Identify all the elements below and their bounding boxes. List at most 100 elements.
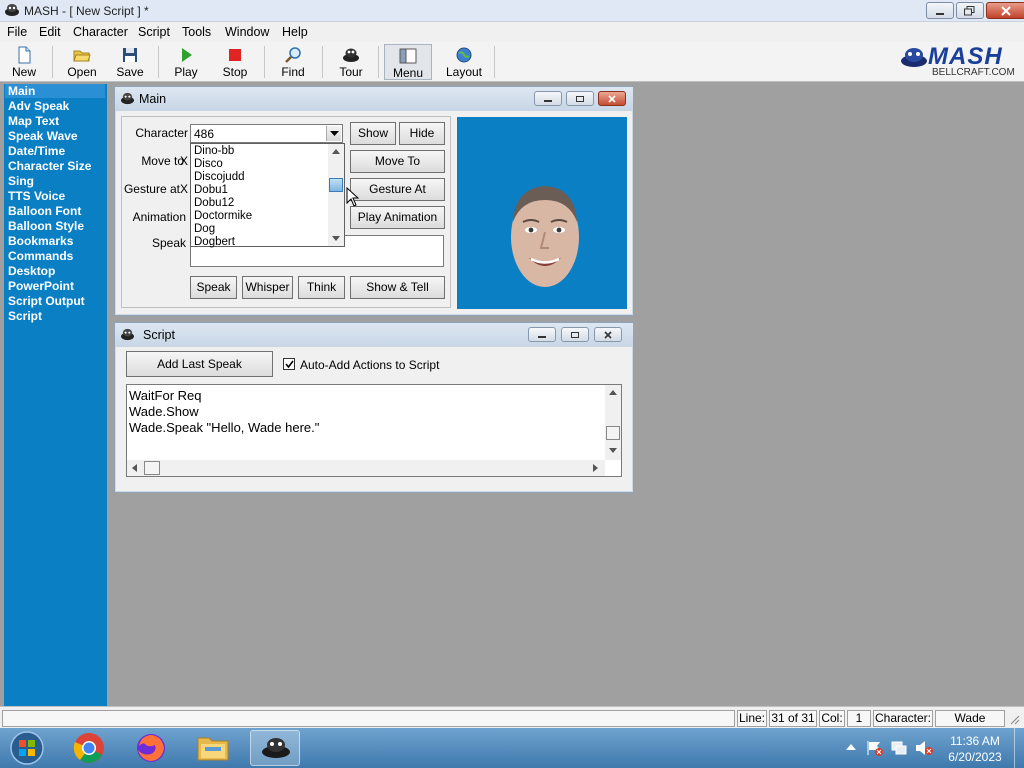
script-window-titlebar[interactable]: Script xyxy=(115,323,633,347)
main-minimize-button[interactable] xyxy=(534,91,562,106)
find-button[interactable]: Find xyxy=(272,44,314,80)
whisper-button[interactable]: Whisper xyxy=(242,276,293,299)
sidebar-item-bookmarks[interactable]: Bookmarks xyxy=(8,234,73,248)
show-and-tell-button[interactable]: Show & Tell xyxy=(350,276,445,299)
open-folder-icon xyxy=(73,50,91,62)
sidebar-item-speak-wave[interactable]: Speak Wave xyxy=(8,129,78,143)
open-button[interactable]: Open xyxy=(60,44,104,80)
dropdown-scrollbar[interactable] xyxy=(328,144,344,246)
main-window-titlebar[interactable]: Main xyxy=(115,87,633,111)
menu-window[interactable]: Window xyxy=(225,25,269,39)
play-button[interactable]: Play xyxy=(166,44,206,80)
sidebar-item-script[interactable]: Script xyxy=(8,309,42,323)
list-item[interactable]: Dogbert xyxy=(194,236,235,249)
list-item[interactable]: Dobu12 xyxy=(194,197,234,210)
tour-button[interactable]: Tour xyxy=(330,44,372,80)
restore-icon xyxy=(576,95,584,102)
stop-button[interactable]: Stop xyxy=(214,44,256,80)
action-center-flag-icon[interactable] xyxy=(866,740,884,756)
mash-logo: MASH BELLCRAFT.COM xyxy=(898,43,1022,80)
character-select[interactable]: 486 xyxy=(190,124,343,143)
scroll-thumb[interactable] xyxy=(329,178,343,192)
taskbar-firefox[interactable] xyxy=(126,730,176,766)
scroll-down-arrow-icon[interactable] xyxy=(332,236,340,241)
sidebar-item-main[interactable]: Main xyxy=(5,84,105,98)
scroll-down-arrow-icon[interactable] xyxy=(609,448,617,453)
main-restore-button[interactable] xyxy=(566,91,594,106)
menu-script[interactable]: Script xyxy=(138,25,170,39)
menu-edit[interactable]: Edit xyxy=(39,25,61,39)
close-button[interactable] xyxy=(986,2,1024,19)
scroll-thumb[interactable] xyxy=(144,461,160,475)
sidebar-item-balloon-font[interactable]: Balloon Font xyxy=(8,204,81,218)
menu-tools[interactable]: Tools xyxy=(182,25,211,39)
play-animation-button[interactable]: Play Animation xyxy=(350,206,445,229)
sidebar-item-script-output[interactable]: Script Output xyxy=(8,294,85,308)
editor-horizontal-scrollbar[interactable] xyxy=(127,460,605,476)
toolbar-separator xyxy=(158,46,159,78)
list-item[interactable]: Discojudd xyxy=(194,171,245,184)
start-button[interactable] xyxy=(2,730,52,766)
list-item[interactable]: Doctormike xyxy=(194,210,252,223)
toolbar: New Open Save Play Stop Find Tour Menu L… xyxy=(0,42,1024,82)
stop-icon xyxy=(229,49,241,61)
show-desktop-button[interactable] xyxy=(1014,728,1024,768)
sidebar-item-commands[interactable]: Commands xyxy=(8,249,73,263)
taskbar-file-explorer[interactable] xyxy=(188,730,238,766)
scroll-left-arrow-icon[interactable] xyxy=(132,464,137,472)
scroll-thumb[interactable] xyxy=(606,426,620,440)
character-dropdown-list[interactable]: Dino-bb Disco Discojudd Dobu1 Dobu12 Doc… xyxy=(190,143,345,249)
resize-grip-icon[interactable] xyxy=(1008,713,1020,725)
system-clock[interactable]: 11:36 AM 6/20/2023 xyxy=(940,733,1010,765)
script-close-button[interactable] xyxy=(594,327,622,342)
volume-muted-icon[interactable] xyxy=(914,740,934,756)
think-button[interactable]: Think xyxy=(298,276,345,299)
script-editor[interactable]: WaitFor Req Wade.Show Wade.Speak "Hello,… xyxy=(126,384,622,477)
sidebar-item-map-text[interactable]: Map Text xyxy=(8,114,59,128)
sidebar-item-balloon-style[interactable]: Balloon Style xyxy=(8,219,84,233)
editor-vertical-scrollbar[interactable] xyxy=(605,385,621,460)
show-hidden-icons-arrow[interactable] xyxy=(846,743,856,751)
list-item[interactable]: Dino-bb xyxy=(194,145,234,158)
sidebar-item-tts-voice[interactable]: TTS Voice xyxy=(8,189,65,203)
dropdown-button[interactable] xyxy=(326,126,341,141)
restore-button[interactable] xyxy=(956,2,984,19)
character-status-value: Wade xyxy=(935,710,1005,727)
list-item[interactable]: Dog xyxy=(194,223,215,236)
list-item[interactable]: Dobu1 xyxy=(194,184,228,197)
minimize-button[interactable] xyxy=(926,2,954,19)
sidebar-item-desktop[interactable]: Desktop xyxy=(8,264,55,278)
show-button[interactable]: Show xyxy=(350,122,396,145)
chrome-icon xyxy=(73,733,104,763)
menu-character[interactable]: Character xyxy=(73,25,128,39)
scroll-right-arrow-icon[interactable] xyxy=(593,464,598,472)
scroll-up-arrow-icon[interactable] xyxy=(609,390,617,395)
speak-label: Speak xyxy=(151,236,186,250)
taskbar-mash[interactable] xyxy=(250,730,300,766)
sidebar-item-character-size[interactable]: Character Size xyxy=(8,159,91,173)
main-close-button[interactable] xyxy=(598,91,626,106)
sidebar-item-sing[interactable]: Sing xyxy=(8,174,34,188)
script-restore-button[interactable] xyxy=(561,327,589,342)
network-icon[interactable] xyxy=(890,740,908,756)
auto-add-checkbox[interactable] xyxy=(283,358,295,370)
menu-help[interactable]: Help xyxy=(282,25,308,39)
scroll-up-arrow-icon[interactable] xyxy=(332,149,340,154)
taskbar-chrome[interactable] xyxy=(64,730,114,766)
gesture-at-x-label: X xyxy=(180,182,189,196)
sidebar-item-adv-speak[interactable]: Adv Speak xyxy=(8,99,69,113)
gesture-at-button[interactable]: Gesture At xyxy=(350,178,445,201)
menu-file[interactable]: File xyxy=(7,25,27,39)
list-item[interactable]: Disco xyxy=(194,158,223,171)
sidebar-item-date-time[interactable]: Date/Time xyxy=(8,144,65,158)
hide-button[interactable]: Hide xyxy=(399,122,445,145)
add-last-speak-button[interactable]: Add Last Speak xyxy=(126,351,273,377)
layout-button[interactable]: Layout xyxy=(440,44,488,80)
script-minimize-button[interactable] xyxy=(528,327,556,342)
move-to-button[interactable]: Move To xyxy=(350,150,445,173)
save-button[interactable]: Save xyxy=(110,44,150,80)
sidebar-item-powerpoint[interactable]: PowerPoint xyxy=(8,279,74,293)
menu-toggle-button[interactable]: Menu xyxy=(384,44,432,80)
new-button[interactable]: New xyxy=(4,44,44,80)
speak-button[interactable]: Speak xyxy=(190,276,237,299)
